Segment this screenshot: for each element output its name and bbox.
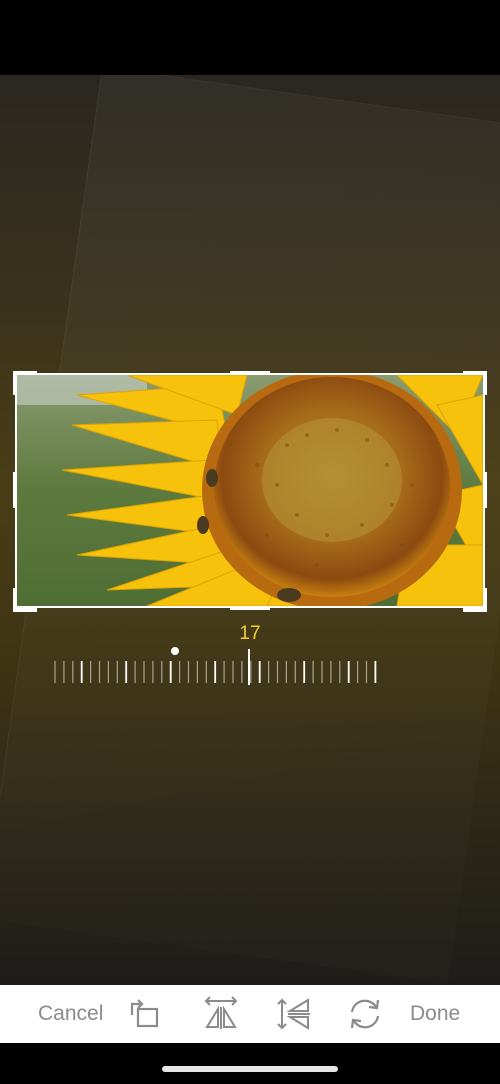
crop-handle-bottom[interactable] [230,606,270,610]
crop-handle-left[interactable] [13,472,17,508]
rotate-arrows-icon[interactable] [345,995,385,1033]
bottom-toolbar: Cancel Done [0,985,500,1043]
flip-vertical-icon[interactable] [276,995,316,1033]
home-indicator[interactable] [162,1066,338,1072]
done-button[interactable]: Done [410,1002,460,1026]
rotation-dial[interactable] [50,645,390,690]
crop-handle-bottom-left[interactable] [13,588,37,612]
rotate-icon[interactable] [126,995,166,1033]
crop-frame[interactable] [15,373,485,608]
home-area [0,1043,500,1084]
status-bar [0,0,500,75]
crop-handle-top-left[interactable] [13,371,37,395]
cancel-button[interactable]: Cancel [38,1002,103,1026]
crop-handle-top-right[interactable] [463,371,487,395]
crop-handle-right[interactable] [483,472,487,508]
flip-horizontal-icon[interactable] [201,995,241,1033]
crop-handle-bottom-right[interactable] [463,588,487,612]
crop-handle-top[interactable] [230,371,270,375]
rotation-angle-value: 17 [239,623,261,644]
dial-zero-dot [171,647,179,655]
sunflower-photo [17,375,483,606]
